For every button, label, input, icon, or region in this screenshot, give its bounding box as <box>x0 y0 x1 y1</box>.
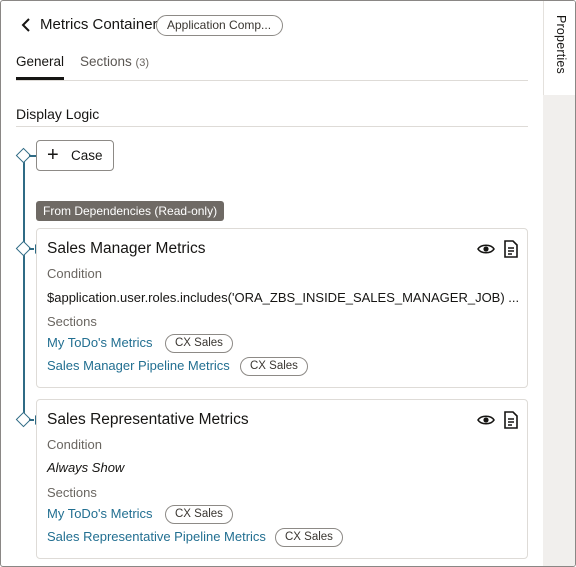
case-card-sales-manager: Sales Manager Metrics Condition $applica… <box>36 228 528 388</box>
display-logic-divider <box>16 126 528 127</box>
condition-expression: Always Show <box>47 460 125 475</box>
case-card-sales-representative: Sales Representative Metrics Condition A… <box>36 399 528 559</box>
section-link-sales-manager-pipeline[interactable]: Sales Manager Pipeline Metrics <box>47 358 230 373</box>
tab-sections-label: Sections <box>80 54 132 69</box>
section-link-my-todos[interactable]: My ToDo's Metrics <box>47 335 153 350</box>
copy-document-icon[interactable] <box>503 411 519 429</box>
page-title: Metrics Container <box>40 16 158 33</box>
preview-eye-icon[interactable] <box>477 242 495 256</box>
dependencies-readonly-badge: From Dependencies (Read-only) <box>36 201 225 221</box>
display-logic-heading: Display Logic <box>16 106 100 122</box>
logic-flow-line <box>23 149 25 421</box>
sections-label: Sections <box>47 485 97 500</box>
condition-label: Condition <box>47 266 102 281</box>
back-chevron-icon[interactable] <box>18 15 34 35</box>
case-connector-link <box>29 248 34 250</box>
case-connector-link <box>29 419 34 421</box>
tab-sections-count: (3) <box>135 57 149 69</box>
add-case-button[interactable]: + Case <box>36 140 114 171</box>
plus-icon: + <box>47 144 59 166</box>
application-component-pill: Application Comp... <box>156 15 283 36</box>
section-link-my-todos[interactable]: My ToDo's Metrics <box>47 506 153 521</box>
cx-sales-tag: CX Sales <box>275 528 343 547</box>
metrics-container-panel: Properties Metrics Container Application… <box>0 0 576 567</box>
preview-eye-icon[interactable] <box>477 413 495 427</box>
tabs-divider <box>16 80 528 81</box>
case-connector-link <box>29 155 36 157</box>
cx-sales-tag: CX Sales <box>240 357 308 376</box>
case-title: Sales Representative Metrics <box>47 411 249 428</box>
section-link-sales-representative-pipeline[interactable]: Sales Representative Pipeline Metrics <box>47 529 266 544</box>
sections-label: Sections <box>47 314 97 329</box>
cx-sales-tag: CX Sales <box>165 334 233 353</box>
tab-sections[interactable]: Sections (3) <box>80 54 149 69</box>
case-title: Sales Manager Metrics <box>47 240 206 257</box>
condition-expression: $application.user.roles.includes('ORA_ZB… <box>47 290 520 305</box>
cx-sales-tag: CX Sales <box>165 505 233 524</box>
condition-label: Condition <box>47 437 102 452</box>
tab-general[interactable]: General <box>16 54 64 69</box>
properties-tab-label: Properties <box>554 15 568 74</box>
add-case-label: Case <box>71 148 103 163</box>
copy-document-icon[interactable] <box>503 240 519 258</box>
